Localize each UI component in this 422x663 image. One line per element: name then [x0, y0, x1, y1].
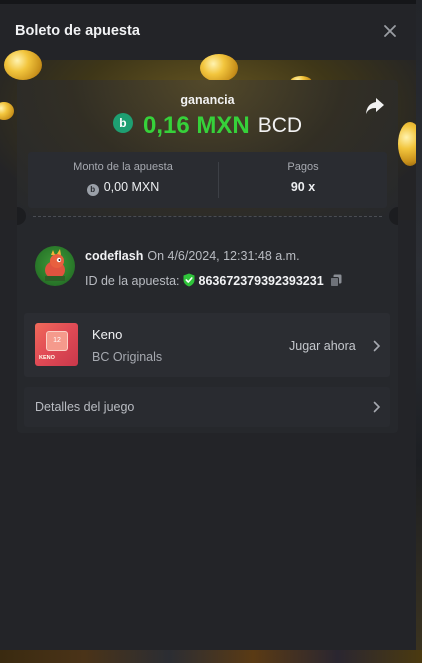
bet-info-row: codeflash On 4/6/2024, 12:31:48 a.m. ID d…: [35, 244, 385, 294]
bc-coin-icon: b: [112, 113, 133, 133]
copy-icon[interactable]: [329, 274, 342, 287]
dragon-avatar-icon: [45, 249, 65, 281]
bet-id-row: ID de la apuesta: 863672379392393231: [85, 273, 342, 288]
bet-ticket-modal: Boleto de apuesta ganancia b 0,16 MXN BCD …: [0, 4, 416, 650]
keno-game-thumbnail: 12 KENO: [35, 323, 78, 366]
decorative-coin: [0, 102, 14, 120]
keno-thumb-label: KENO: [39, 355, 55, 361]
chevron-right-icon: [373, 401, 381, 413]
close-button[interactable]: [380, 21, 400, 41]
bet-date: On 4/6/2024, 12:31:48 a.m.: [147, 249, 300, 263]
bet-amount-value-row: b 0,00 MXN: [28, 180, 218, 196]
winnings-row: b 0,16 MXN BCD: [17, 112, 398, 140]
chevron-right-icon: [373, 340, 381, 352]
game-provider: BC Originals: [92, 350, 163, 364]
backdrop-edge: [416, 0, 422, 663]
keno-thumb-tile: 12: [46, 331, 68, 351]
winnings-currency: BCD: [257, 114, 303, 137]
bc-coin-small-icon: b: [86, 184, 99, 196]
modal-title: Boleto de apuesta: [15, 23, 140, 39]
payout-stat: Pagos 90 x: [219, 152, 387, 208]
bet-ticket-card: ganancia b 0,16 MXN BCD Monto de la apuest…: [17, 80, 398, 433]
game-name: Keno: [92, 327, 123, 342]
bet-id-value: 863672379392393231: [198, 274, 324, 288]
ticket-perforation: [33, 216, 382, 217]
username[interactable]: codeflash: [85, 249, 143, 263]
share-icon: [366, 98, 384, 114]
bet-amount-stat: Monto de la apuesta b 0,00 MXN: [28, 152, 218, 208]
shield-check-icon: [183, 273, 195, 287]
game-link-row[interactable]: 12 KENO Keno BC Originals Jugar ahora: [24, 313, 390, 377]
decorative-coin: [398, 122, 416, 166]
bet-id-label: ID de la apuesta:: [85, 274, 180, 288]
ticket-notch-right: [389, 207, 398, 225]
avatar[interactable]: [35, 246, 75, 286]
play-now-link[interactable]: Jugar ahora: [289, 339, 356, 353]
close-icon: [384, 25, 396, 37]
game-details-row[interactable]: Detalles del juego: [24, 387, 390, 427]
backdrop-footer-strip: [0, 650, 422, 663]
winnings-section: ganancia b 0,16 MXN BCD Monto de la apuest…: [17, 80, 398, 216]
bet-amount-value: 0,00 MXN: [103, 180, 160, 194]
payout-value: 90 x: [290, 180, 316, 194]
bet-stats-panel: Monto de la apuesta b 0,00 MXN Pagos 90 x: [28, 152, 387, 208]
share-button[interactable]: [364, 96, 386, 116]
bet-amount-label: Monto de la apuesta: [73, 161, 173, 173]
modal-header: Boleto de apuesta: [0, 4, 416, 60]
bet-user-line: codeflash On 4/6/2024, 12:31:48 a.m.: [85, 249, 300, 263]
game-details-label: Detalles del juego: [35, 400, 135, 414]
payout-label: Pagos: [287, 161, 319, 173]
winnings-label: ganancia: [180, 93, 235, 107]
winnings-amount: 0,16 MXN: [142, 112, 250, 139]
